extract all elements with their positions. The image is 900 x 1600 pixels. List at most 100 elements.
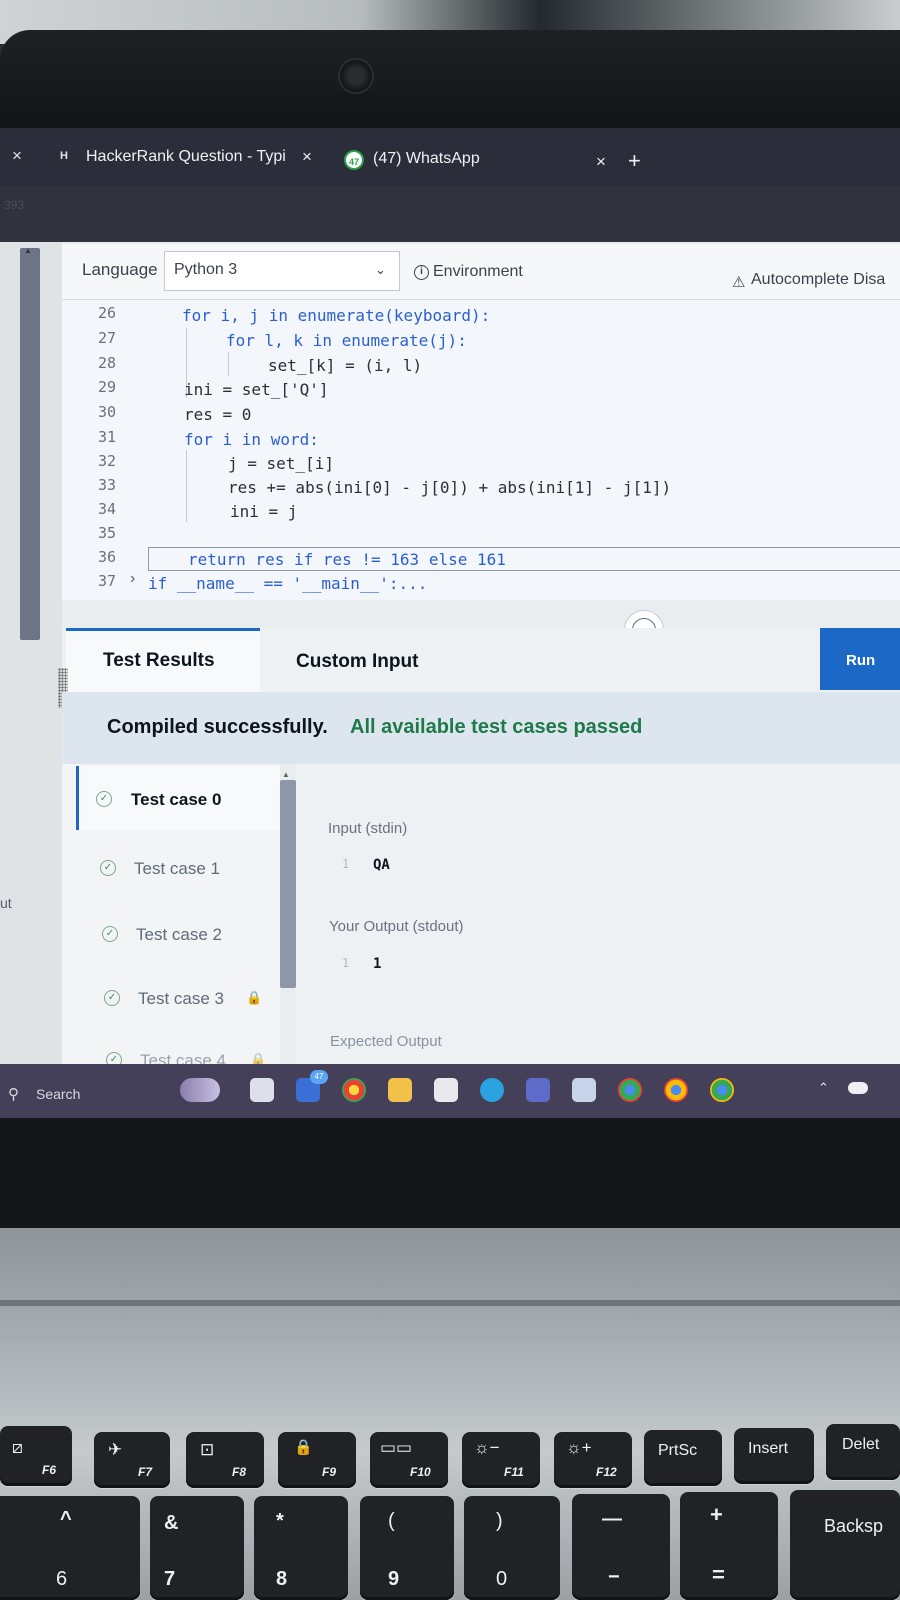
chrome-icon[interactable] [342, 1078, 366, 1102]
test-case-scrollbar[interactable] [280, 780, 296, 988]
code-line[interactable]: for i, j in enumerate(keyboard): [182, 306, 490, 325]
language-label: Language [82, 260, 158, 279]
edge-icon[interactable] [480, 1078, 504, 1102]
chrome-profile-icon[interactable] [618, 1078, 642, 1102]
page-scrollbar[interactable] [20, 248, 40, 640]
chevron-up-icon[interactable]: ⌃ [818, 1080, 829, 1096]
code-line[interactable]: res += abs(ini[0] - j[0]) + abs(ini[1] -… [228, 478, 671, 497]
code-line[interactable]: ini = j [230, 502, 297, 521]
code-line[interactable]: if __name__ == '__main__':... [148, 574, 427, 593]
side-panel-fragment: ut [0, 895, 12, 911]
line-number: 32 [97, 452, 116, 470]
indent-guide [228, 352, 229, 376]
code-line[interactable]: return res if res != 163 else 161 [188, 550, 506, 569]
check-circle-icon: ✓ [102, 926, 118, 942]
chevron-down-icon[interactable]: ⌄ [375, 262, 386, 278]
scroll-up-icon[interactable]: ▲ [24, 246, 32, 255]
key-backspace[interactable] [790, 1490, 900, 1600]
laptop-bezel-top [0, 30, 900, 130]
tab-whatsapp-close-icon[interactable]: × [596, 152, 606, 172]
stdout-label: Your Output (stdout) [329, 918, 464, 935]
search-icon[interactable]: ⚲ [8, 1085, 19, 1103]
key-8-label: 8 [276, 1568, 288, 1590]
key-7-label: 7 [164, 1568, 176, 1590]
app-icon[interactable] [572, 1078, 596, 1102]
key-0[interactable] [464, 1496, 560, 1600]
check-circle-icon: ✓ [100, 860, 116, 876]
test-case-label[interactable]: Test case 2 [136, 925, 222, 945]
key-9-label: 9 [388, 1568, 400, 1590]
info-icon[interactable]: i [414, 265, 429, 280]
key-f9[interactable] [278, 1432, 356, 1488]
key-0-label: 0 [496, 1568, 508, 1590]
cloud-icon[interactable] [848, 1082, 868, 1094]
code-line[interactable]: for i in word: [184, 430, 319, 449]
key-8[interactable] [254, 1496, 348, 1600]
indent-guide [186, 450, 187, 522]
code-line[interactable]: ini = set_['Q'] [184, 380, 329, 399]
check-circle-icon: ✓ [96, 791, 112, 807]
new-tab-button[interactable]: + [628, 148, 641, 174]
key-f7[interactable] [94, 1432, 170, 1488]
task-view-icon[interactable] [250, 1078, 274, 1102]
warning-icon: ⚠ [732, 274, 746, 291]
key-f6-label: F6 [42, 1463, 57, 1477]
chrome-profile-icon[interactable] [664, 1078, 688, 1102]
teams-icon[interactable] [526, 1078, 550, 1102]
run-button-label[interactable]: Run [846, 652, 875, 669]
camera-off-icon: ⊡ [200, 1440, 215, 1459]
tab-hackerrank-close-icon[interactable]: × [302, 147, 312, 167]
key-equals[interactable] [680, 1492, 778, 1600]
code-line[interactable]: for l, k in enumerate(j): [226, 331, 467, 350]
key-f9-label: F9 [322, 1465, 337, 1479]
touchpad-off-icon: ⧄ [12, 1438, 23, 1457]
line-number: 34 [97, 500, 116, 518]
key-6-shift: ^ [60, 1508, 72, 1530]
tab-hackerrank-title[interactable]: HackerRank Question - Typing [86, 148, 286, 166]
airplane-icon: ✈ [108, 1440, 123, 1459]
fold-chevron-icon[interactable]: › [130, 570, 135, 588]
line-number: 36 [97, 548, 116, 566]
notification-badge: 47 [310, 1070, 328, 1084]
test-case-label[interactable]: Test case 1 [134, 859, 220, 879]
autocomplete-toggle[interactable]: Autocomplete Disa [751, 271, 885, 289]
scroll-up-icon[interactable]: ▲ [282, 770, 290, 779]
tab-custom-input[interactable]: Custom Input [296, 651, 418, 673]
tab-whatsapp-title[interactable]: (47) WhatsApp [373, 150, 480, 168]
store-icon[interactable] [434, 1078, 458, 1102]
tab-test-results-label[interactable]: Test Results [103, 650, 215, 672]
key-f8-label: F8 [232, 1465, 247, 1479]
key-minus-shift: — [602, 1508, 622, 1530]
key-f6[interactable] [0, 1426, 72, 1486]
key-delete-label: Delet [842, 1436, 880, 1453]
status-compiled-text: Compiled successfully. [107, 716, 328, 738]
line-number: 27 [97, 329, 116, 347]
key-insert-label: Insert [748, 1440, 789, 1457]
code-line[interactable]: res = 0 [184, 405, 251, 424]
key-minus-label: − [608, 1566, 620, 1588]
chrome-profile-icon[interactable] [710, 1078, 734, 1102]
key-f8[interactable] [186, 1432, 264, 1488]
test-case-label[interactable]: Test case 3 [138, 989, 224, 1009]
taskbar-search[interactable]: Search [36, 1086, 80, 1102]
key-9-shift: ( [388, 1510, 395, 1532]
widgets-icon[interactable] [180, 1078, 220, 1102]
stdin-value: QA [373, 857, 390, 873]
webcam [338, 58, 374, 94]
environment-link[interactable]: Environment [433, 263, 523, 281]
key-f11-label: F11 [504, 1465, 524, 1479]
line-number: 33 [97, 476, 116, 494]
language-select-value[interactable]: Python 3 [174, 261, 237, 279]
brightness-down-icon: ☼− [474, 1438, 500, 1457]
key-f7-label: F7 [138, 1465, 153, 1479]
lock-icon: 🔒 [294, 1439, 313, 1456]
close-icon[interactable]: × [12, 146, 22, 166]
code-line[interactable]: set_[k] = (i, l) [268, 356, 422, 375]
code-line[interactable]: j = set_[i] [228, 454, 334, 473]
line-number: 28 [97, 354, 116, 372]
line-number: 35 [97, 524, 116, 542]
key-prtsc-label: PrtSc [658, 1442, 698, 1459]
test-case-label[interactable]: Test case 0 [131, 790, 221, 810]
file-explorer-icon[interactable] [388, 1078, 412, 1102]
key-9[interactable] [360, 1496, 454, 1600]
